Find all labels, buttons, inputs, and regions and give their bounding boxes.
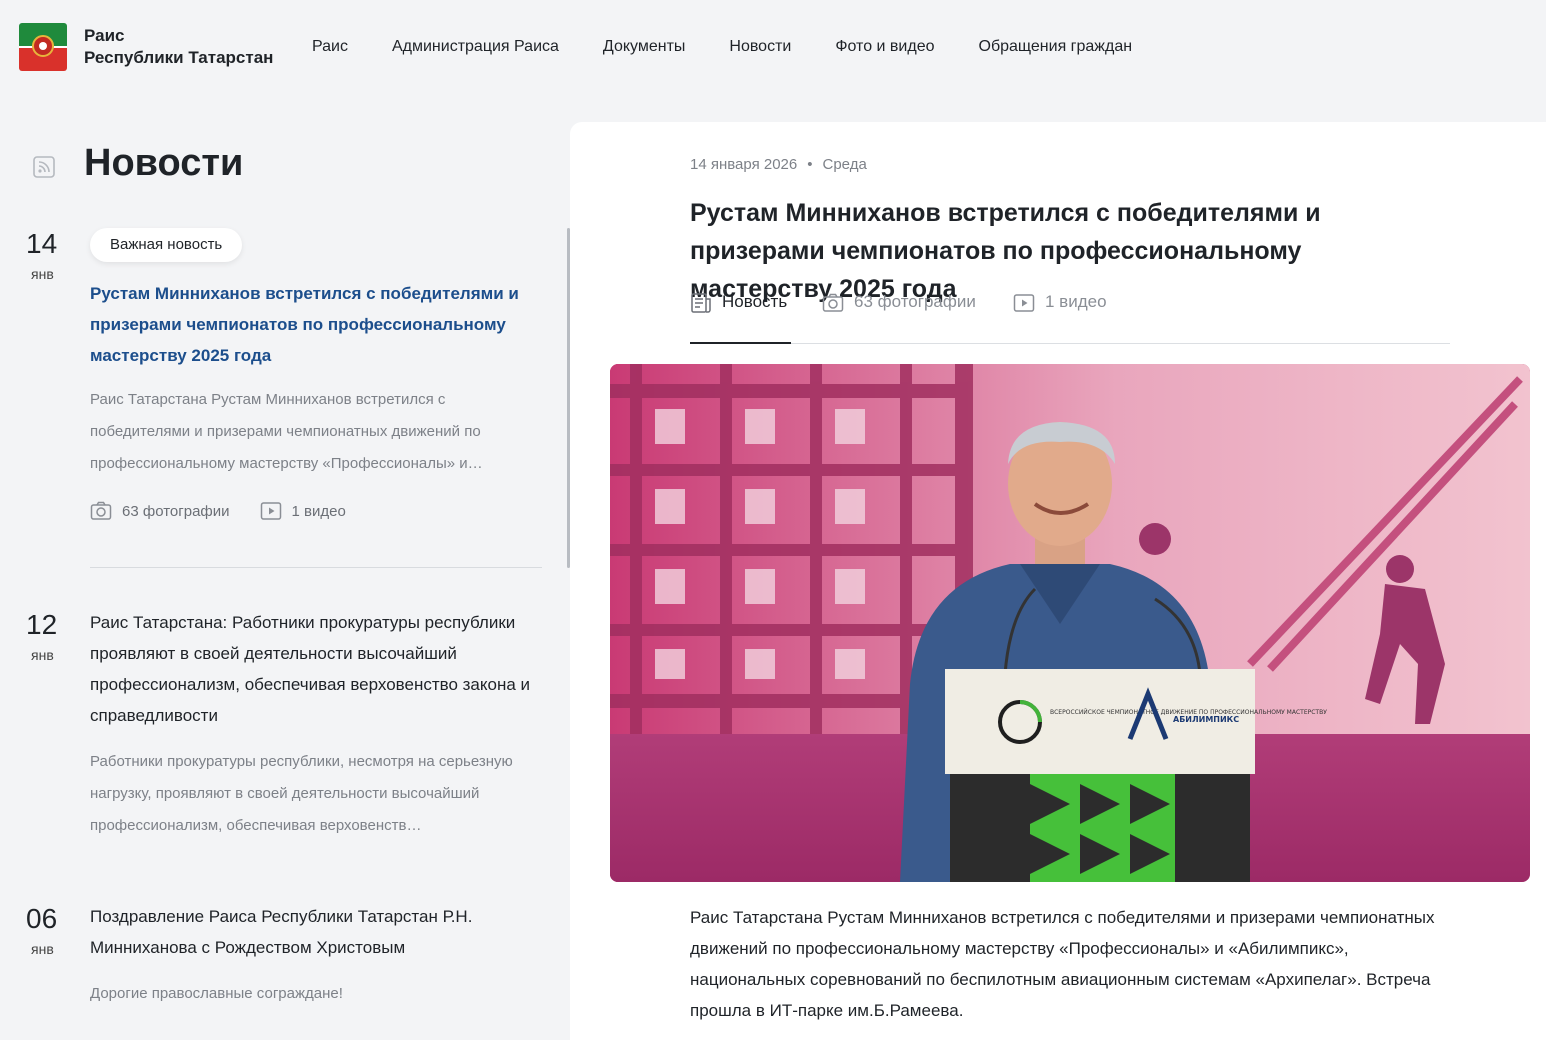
site-header: Раис Республики Татарстан Раис Администр…	[0, 0, 1546, 100]
news-date-day: 12	[26, 609, 58, 640]
site-title[interactable]: Раис Республики Татарстан	[84, 25, 273, 69]
article-date: 14 января 2026	[690, 156, 798, 173]
article-body: Раис Татарстана Рустам Минниханов встрет…	[690, 908, 1435, 1020]
tab-news[interactable]: Новость	[690, 292, 791, 344]
nav-item-rais[interactable]: Раис	[312, 38, 348, 56]
news-title-link[interactable]: Раис Татарстана: Работники прокуратуры р…	[90, 607, 540, 731]
news-date-month: янв	[31, 647, 54, 663]
article-photo[interactable]: ВСЕРОССИЙСКОЕ ЧЕМПИОНАТНОЕ ДВИЖЕНИЕ ПО П…	[610, 364, 1530, 882]
site-title-line2: Республики Татарстан	[84, 48, 274, 67]
article-tabs: Новость 63 фотографии 1 видео	[690, 292, 1450, 344]
site-title-line1: Раис	[84, 26, 125, 45]
tab-photos[interactable]: 63 фотографии	[822, 292, 976, 344]
document-icon	[691, 293, 711, 313]
news-lead: Дорогие православные сограждане!	[90, 985, 343, 1002]
camera-icon	[822, 293, 844, 312]
news-media-row: 63 фотографии 1 видео	[90, 500, 346, 522]
news-lead: Раис Татарстана Рустам Минниханов встрет…	[90, 391, 483, 472]
main-nav: Раис Администрация Раиса Документы Новос…	[312, 38, 1132, 56]
video-count[interactable]: 1 видео	[292, 503, 346, 520]
photo-count[interactable]: 63 фотографии	[122, 503, 230, 520]
important-badge: Важная новость	[90, 228, 243, 262]
news-title-link[interactable]: Поздравление Раиса Республики Татарстан …	[90, 901, 540, 963]
news-title-link[interactable]: Рустам Минниханов встретился с победител…	[90, 278, 540, 371]
article-weekday: Среда	[822, 156, 867, 173]
divider	[90, 567, 542, 568]
podium-logo-right: АБИЛИМПИКС	[1173, 715, 1239, 724]
news-date-month: янв	[31, 941, 54, 957]
nav-item-documents[interactable]: Документы	[603, 38, 685, 56]
news-lead: Работники прокуратуры республики, несмот…	[90, 753, 513, 834]
article-title: Рустам Минниханов встретился с победител…	[690, 199, 1321, 303]
tab-photos-label: 63 фотографии	[854, 292, 976, 311]
nav-item-photo-video[interactable]: Фото и видео	[835, 38, 934, 56]
video-icon	[260, 502, 281, 520]
article-panel: 14 января 2026 • Среда Рустам Минниханов в…	[570, 122, 1546, 1040]
video-icon	[1013, 294, 1035, 312]
tab-news-label: Новость	[722, 292, 788, 311]
tab-video[interactable]: 1 видео	[1013, 292, 1107, 344]
news-date-day: 06	[26, 903, 58, 934]
page-title: Новости	[84, 142, 244, 184]
tab-video-label: 1 видео	[1045, 292, 1107, 311]
nav-item-administration[interactable]: Администрация Раиса	[392, 38, 559, 56]
nav-item-appeals[interactable]: Обращения граждан	[979, 38, 1133, 56]
nav-item-news[interactable]: Новости	[729, 38, 791, 56]
tatarstan-logo[interactable]	[19, 23, 67, 71]
article-meta: 14 января 2026 • Среда	[690, 156, 867, 173]
camera-icon	[90, 501, 112, 520]
rss-icon[interactable]	[33, 156, 55, 178]
news-date-month: янв	[31, 266, 54, 282]
news-date-day: 14	[26, 228, 58, 259]
